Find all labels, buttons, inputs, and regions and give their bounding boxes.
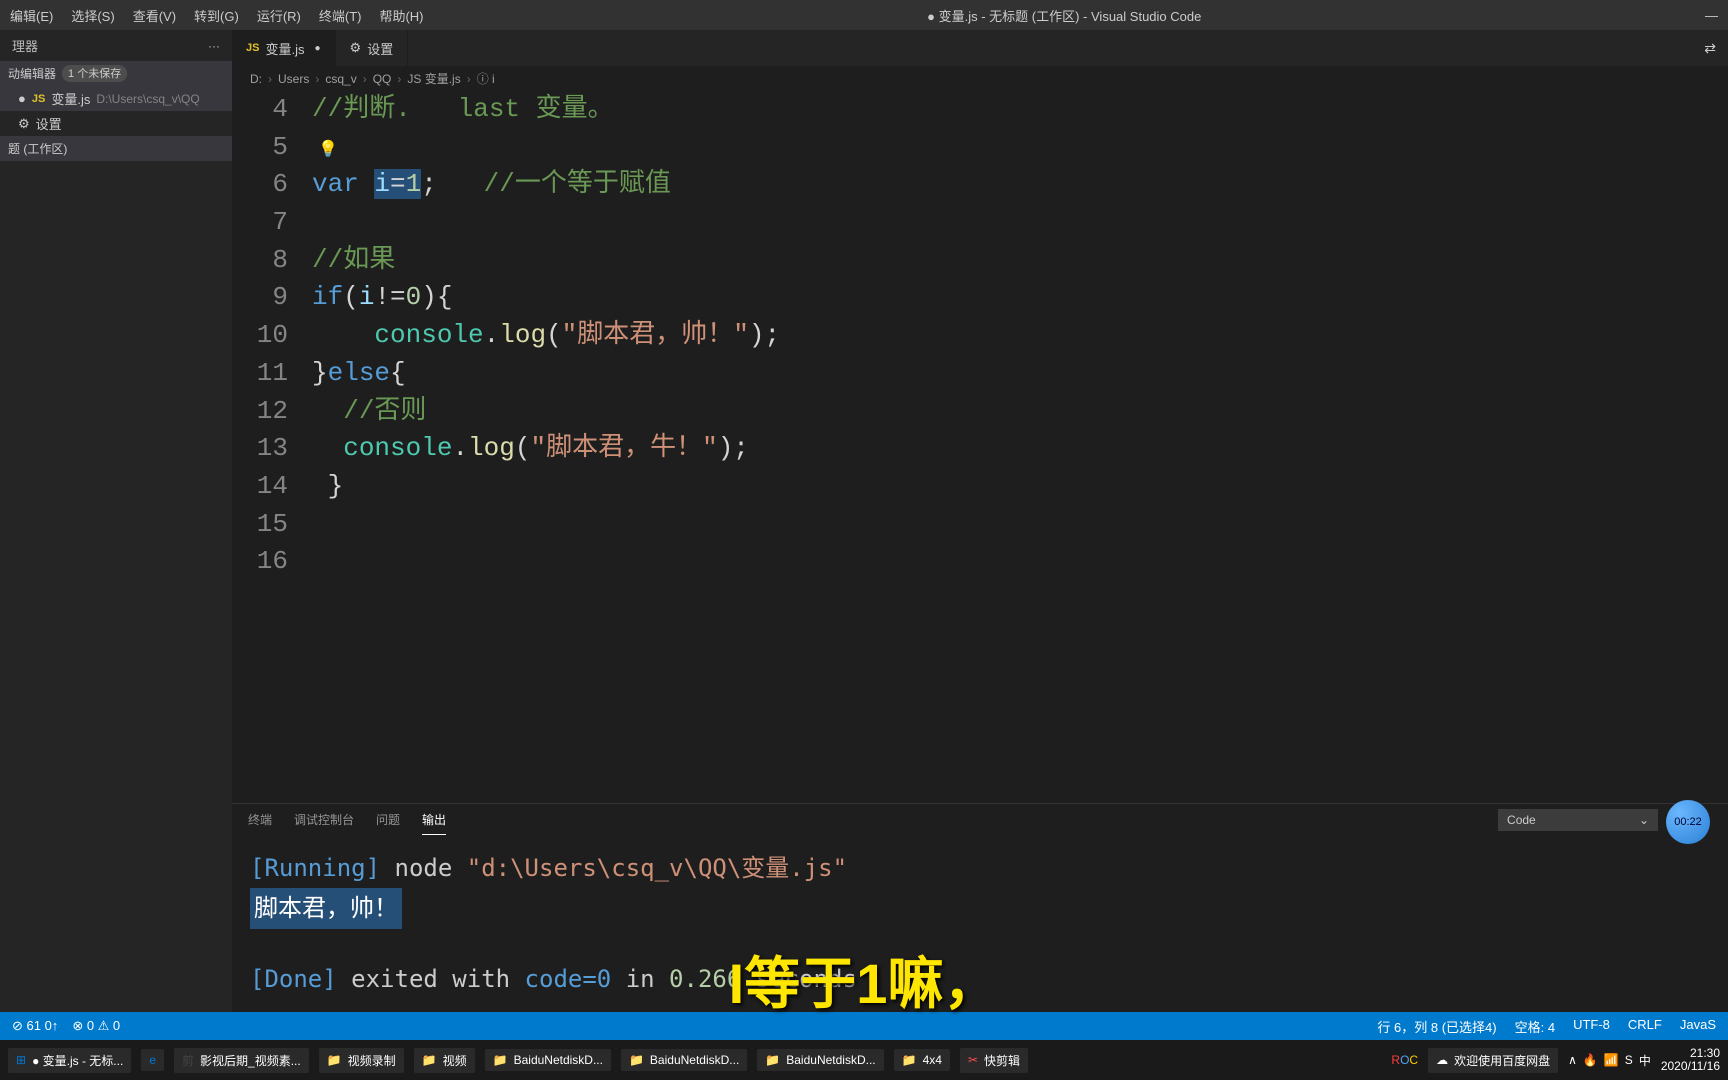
panel-tab-debug[interactable]: 调试控制台 [294,805,354,834]
taskbar-item-icon: 剪 [182,1052,194,1069]
taskbar-item-icon: 📁 [327,1053,342,1067]
sidebar-item-path: D:\Users\csq_v\QQ [96,92,199,106]
sidebar-section-editors[interactable]: 动编辑器 1 个未保存 [0,61,232,86]
chevron-down-icon: ⌄ [1639,813,1649,827]
taskbar-item[interactable]: e [141,1049,164,1071]
tray-icon[interactable]: 🔥 [1583,1053,1598,1067]
compare-icon[interactable]: ⇄ [1704,40,1716,57]
taskbar-item-icon: 📁 [902,1053,917,1067]
taskbar-item[interactable]: 📁4x4 [894,1049,950,1071]
output-done-tag: [Done] [250,965,337,993]
taskbar-item-icon: 📁 [765,1053,780,1067]
titlebar: 编辑(E) 选择(S) 查看(V) 转到(G) 运行(R) 终端(T) 帮助(H… [0,0,1728,30]
tray-icon[interactable]: ∧ [1568,1053,1577,1067]
menu-select[interactable]: 选择(S) [71,6,114,25]
breadcrumb-seg[interactable]: csq_v [325,72,356,86]
js-file-icon: JS [246,42,259,54]
breadcrumb-seg[interactable]: D: [250,72,262,86]
tray-icon[interactable]: 中 [1639,1052,1651,1069]
status-sync[interactable]: ⊘ 61 0↑ [12,1018,58,1034]
breadcrumb-seg[interactable]: Users [278,72,309,86]
sidebar-more-icon[interactable]: ··· [208,39,220,53]
menu-goto[interactable]: 转到(G) [194,6,239,25]
sidebar-section-workspace[interactable]: 题 (工作区) [0,136,232,161]
tab-label: 变量.js [265,39,304,58]
sidebar-item-settings[interactable]: ⚙ 设置 [0,111,232,136]
taskbar-item-icon: ⊞ [16,1053,26,1067]
panel-tab-terminal[interactable]: 终端 [248,805,272,834]
recording-timer[interactable]: 00:22 [1666,800,1710,844]
taskbar-item[interactable]: 📁BaiduNetdiskD... [485,1049,611,1071]
menubar: 编辑(E) 选择(S) 查看(V) 转到(G) 运行(R) 终端(T) 帮助(H… [10,6,424,25]
taskbar-item-icon: ✂ [968,1053,978,1067]
taskbar-item-icon: e [149,1053,156,1067]
panel-tab-problems[interactable]: 问题 [376,805,400,834]
breadcrumbs[interactable]: D:› Users› csq_v› QQ› JS 变量.js› ⓘ i [232,66,1728,91]
breadcrumb-seg[interactable]: ⓘ i [477,70,495,87]
taskbar-item[interactable]: 📁BaiduNetdiskD... [621,1049,747,1071]
system-tray[interactable]: ∧ 🔥 📶 S中 [1568,1052,1651,1069]
lightbulb-icon[interactable]: 💡 [318,141,338,159]
tray-icon[interactable]: S [1625,1053,1633,1067]
sidebar: 理器 ··· 动编辑器 1 个未保存 ● JS 变量.js D:\Users\c… [0,30,232,1012]
taskbar: ⊞● 变量.js - 无标... e 剪影视后期_视频素... 📁视频录制 📁视频 📁Ba… [0,1040,1728,1080]
menu-run[interactable]: 运行(R) [257,6,301,25]
taskbar-item[interactable]: ⊞● 变量.js - 无标... [8,1048,131,1073]
output-result: 脚本君，帅！ [250,888,402,929]
unsaved-count: 1 个未保存 [62,65,127,82]
taskbar-clock[interactable]: 21:302020/11/16 [1661,1047,1720,1073]
panel-tab-output[interactable]: 输出 [422,805,446,835]
js-file-icon: JS [32,93,45,105]
taskbar-rocket[interactable]: ROC [1391,1053,1418,1067]
taskbar-item[interactable]: 📁视频录制 [319,1048,404,1073]
window-controls: — [1705,8,1718,23]
minimize-icon[interactable]: — [1705,8,1718,23]
breadcrumb-seg[interactable]: JS 变量.js [407,70,460,87]
tabs: JS 变量.js ⚙ 设置 ⇄ [232,30,1728,66]
editor-area: JS 变量.js ⚙ 设置 ⇄ D:› Users› csq_v› QQ› JS… [232,30,1728,1012]
taskbar-item-icon: 📁 [422,1053,437,1067]
output-running-tag: [Running] [250,854,380,882]
menu-view[interactable]: 查看(V) [133,6,176,25]
taskbar-welcome[interactable]: ☁欢迎使用百度网盘 [1428,1048,1558,1073]
subtitle-overlay: I等于1嘛， [729,939,1000,1020]
status-errors[interactable]: ⊗ 0 ⚠ 0 [72,1018,120,1034]
status-language[interactable]: JavaS [1680,1017,1716,1036]
gear-icon: ⚙ [350,40,362,56]
sidebar-item-file[interactable]: ● JS 变量.js D:\Users\csq_v\QQ [0,86,232,111]
tab-settings[interactable]: ⚙ 设置 [336,30,409,66]
code-editor[interactable]: 4//判断. last 变量。5💡6var i=1; //一个等于赋值78//如… [232,91,1728,803]
sidebar-item-label: 变量.js [51,89,90,108]
breadcrumb-seg[interactable]: QQ [373,72,392,86]
status-cursor[interactable]: 行 6，列 8 (已选择4) [1377,1017,1496,1036]
status-encoding[interactable]: UTF-8 [1573,1017,1610,1036]
taskbar-item[interactable]: 剪影视后期_视频素... [174,1048,309,1073]
taskbar-item-icon: 📁 [493,1053,508,1067]
menu-edit[interactable]: 编辑(E) [10,6,53,25]
taskbar-item-icon: 📁 [629,1053,644,1067]
window-title: ● 变量.js - 无标题 (工作区) - Visual Studio Code [927,6,1201,25]
taskbar-item[interactable]: 📁BaiduNetdiskD... [757,1049,883,1071]
sidebar-title: 理器 [12,36,38,55]
tab-label: 设置 [367,39,393,58]
tray-icon[interactable]: 📶 [1604,1053,1619,1067]
menu-terminal[interactable]: 终端(T) [319,6,362,25]
modified-dot: ● [18,91,26,106]
taskbar-item[interactable]: ✂快剪辑 [960,1048,1028,1073]
sidebar-item-label: 设置 [36,114,62,133]
output-channel-select[interactable]: Code⌄ [1498,809,1658,831]
taskbar-item[interactable]: 📁视频 [414,1048,475,1073]
status-indent[interactable]: 空格: 4 [1515,1017,1555,1036]
tab-file[interactable]: JS 变量.js [232,30,336,66]
status-eol[interactable]: CRLF [1628,1017,1662,1036]
gear-icon: ⚙ [18,116,30,132]
menu-help[interactable]: 帮助(H) [379,6,423,25]
